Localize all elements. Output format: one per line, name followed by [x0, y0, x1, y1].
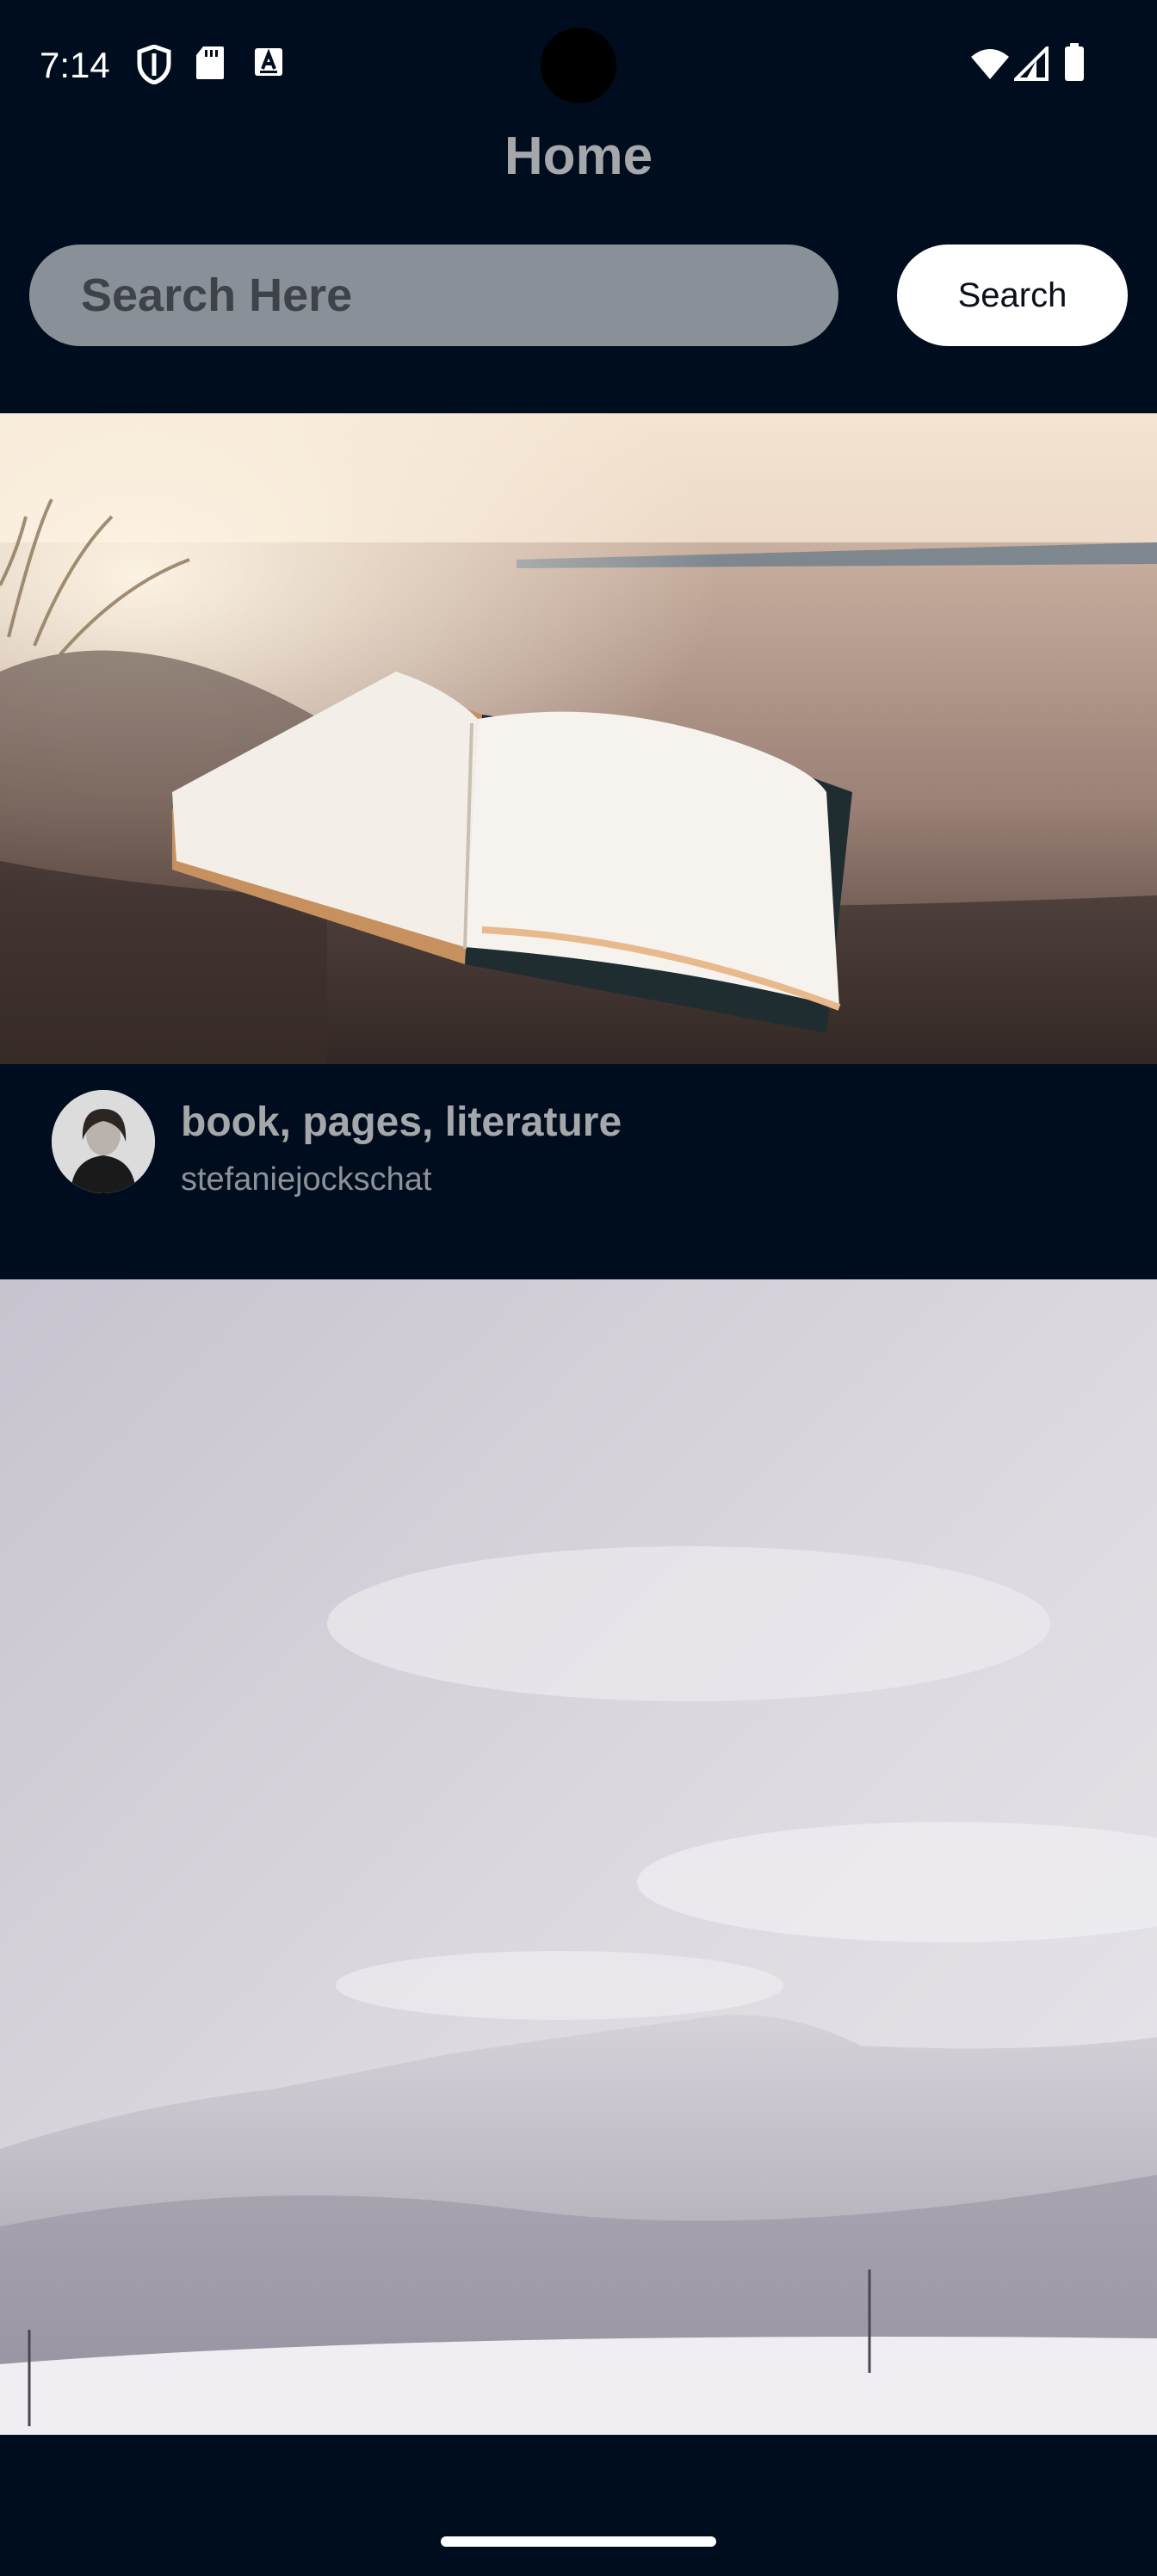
search-input[interactable] [29, 245, 838, 346]
home-screen: 7:14 Home Search Here Search book, pages… [0, 0, 1157, 2576]
image-tags: book, pages, literature [181, 1099, 622, 1145]
feed-item-image[interactable] [0, 413, 1157, 1064]
camera-cutout [541, 28, 616, 103]
status-time: 7:14 [40, 45, 110, 85]
author-name[interactable]: stefaniejockschat [181, 1157, 432, 1202]
search-button[interactable]: Search [897, 245, 1128, 346]
sd-card-icon [195, 45, 226, 85]
avatar[interactable] [52, 1090, 155, 1193]
feed-item-image[interactable] [0, 1279, 1157, 2435]
signal-icon [1012, 44, 1049, 85]
page-title: Home [504, 127, 653, 186]
status-bar: 7:14 [0, 0, 1157, 129]
battery-icon [1062, 43, 1086, 87]
keyboard-a-icon [251, 45, 286, 84]
wifi-icon [969, 46, 1011, 85]
shield-icon [136, 44, 172, 89]
home-indicator[interactable] [441, 2536, 716, 2547]
